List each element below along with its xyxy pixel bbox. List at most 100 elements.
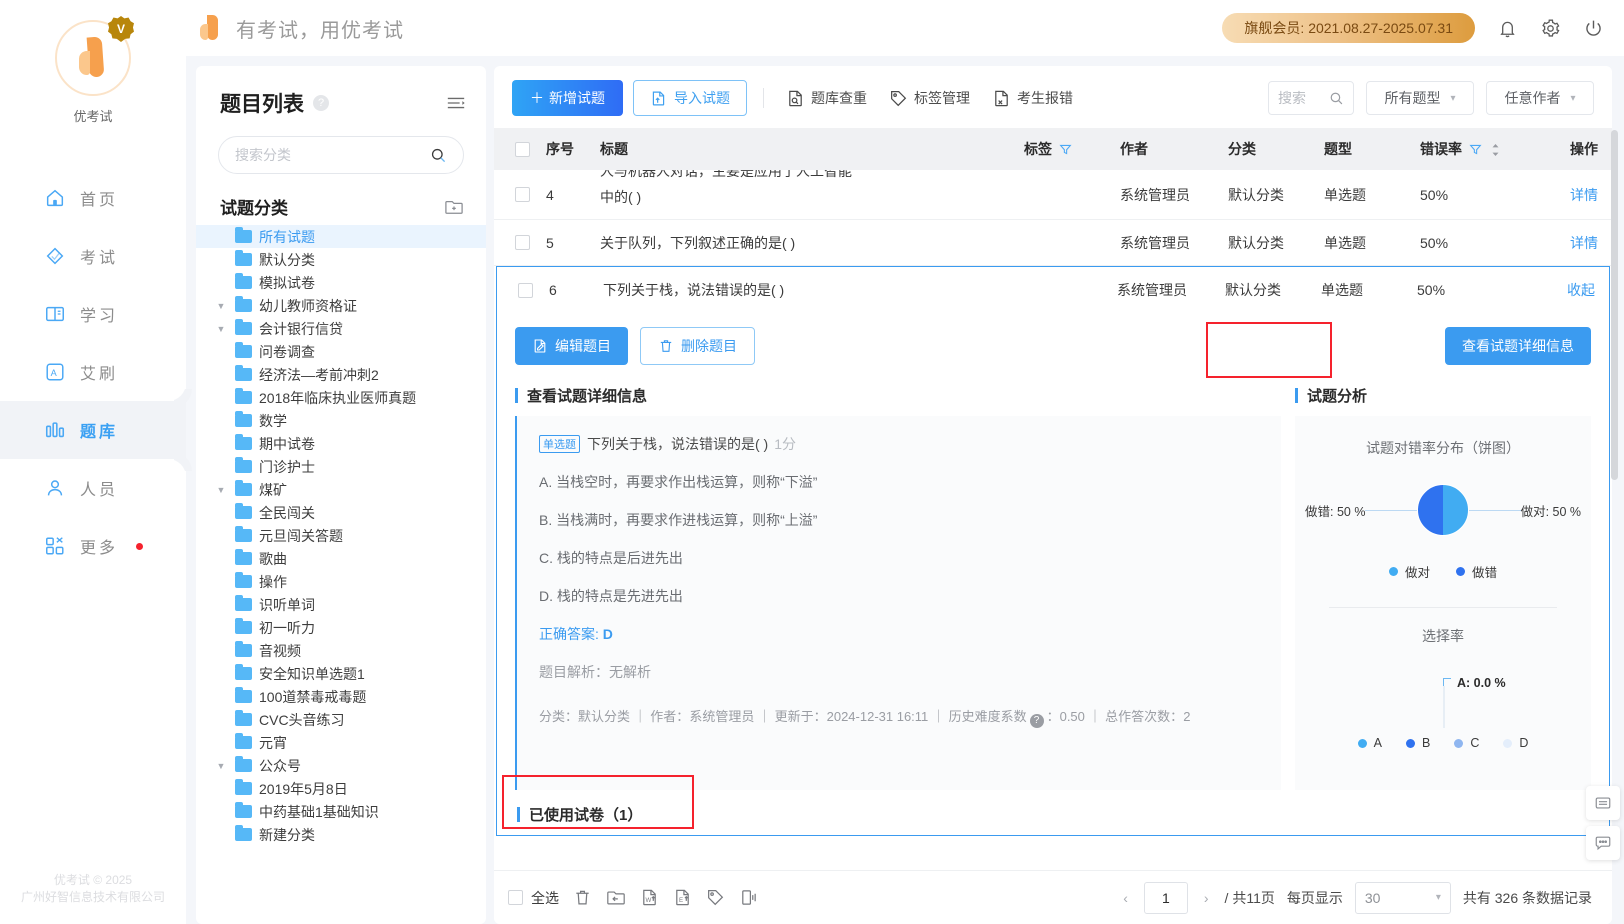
chat-widget-icon[interactable] bbox=[1586, 826, 1620, 860]
filter-icon[interactable] bbox=[1059, 141, 1072, 157]
category-search-box[interactable] bbox=[218, 136, 464, 174]
row-checkbox[interactable] bbox=[501, 282, 549, 298]
category-tree-item[interactable]: ▼经济法—考前冲刺2 bbox=[196, 363, 486, 386]
search-icon[interactable] bbox=[1329, 91, 1344, 106]
chevron-down-icon[interactable]: ▼ bbox=[214, 324, 228, 334]
chevron-down-icon[interactable]: ▼ bbox=[214, 301, 228, 311]
select-all-checkbox[interactable]: 全选 bbox=[508, 888, 559, 908]
current-page-input[interactable]: 1 bbox=[1143, 881, 1188, 914]
category-tree[interactable]: ▼所有试题▼默认分类▼模拟试卷▼幼儿教师资格证▼会计银行信贷▼问卷调查▼经济法—… bbox=[196, 225, 486, 924]
category-tree-item[interactable]: ▼操作 bbox=[196, 570, 486, 593]
legend-item[interactable]: 做错 bbox=[1456, 562, 1497, 581]
category-tree-item[interactable]: ▼模拟试卷 bbox=[196, 271, 486, 294]
row-checkbox[interactable] bbox=[498, 187, 546, 202]
search-category-input[interactable] bbox=[235, 147, 430, 163]
chevron-down-icon[interactable]: ▼ bbox=[214, 485, 228, 495]
print-icon[interactable] bbox=[739, 888, 758, 907]
category-tree-item[interactable]: ▼初一听力 bbox=[196, 616, 486, 639]
category-tree-item[interactable]: ▼默认分类 bbox=[196, 248, 486, 271]
category-tree-item[interactable]: ▼ 煤矿 bbox=[196, 478, 486, 501]
author-filter[interactable]: 任意作者 ▾ bbox=[1486, 81, 1594, 115]
row-detail-link[interactable]: 详情 bbox=[1570, 235, 1598, 251]
delete-icon[interactable] bbox=[573, 888, 592, 907]
category-tree-item[interactable]: ▼期中试卷 bbox=[196, 432, 486, 455]
category-tree-item[interactable]: ▼100道禁毒戒毒题 bbox=[196, 685, 486, 708]
category-tree-item[interactable]: ▼CVC头音练习 bbox=[196, 708, 486, 731]
sidebar-item-question-bank[interactable]: 题库 bbox=[0, 383, 186, 477]
category-tree-item[interactable]: ▼2018年临床执业医师真题 bbox=[196, 386, 486, 409]
table-row[interactable]: 5 关于队列，下列叙述正确的是( ) 系统管理员 默认分类 单选题 50% 详情 bbox=[494, 220, 1612, 266]
dedupe-button[interactable]: 题库查重 bbox=[780, 88, 873, 108]
table-row[interactable]: 6 下列关于栈，说法错误的是( ) 系统管理员 默认分类 单选题 50% 收起 bbox=[497, 267, 1609, 313]
category-tree-item[interactable]: ▼识听单词 bbox=[196, 593, 486, 616]
legend-item[interactable]: 做对 bbox=[1388, 562, 1430, 581]
per-page-select[interactable]: 30 ▾ bbox=[1354, 881, 1451, 914]
row-detail-link[interactable]: 详情 bbox=[1570, 187, 1598, 203]
search-question-box[interactable]: 搜索 bbox=[1268, 81, 1354, 115]
category-tree-item[interactable]: ▼门诊护士 bbox=[196, 455, 486, 478]
category-tree-item[interactable]: ▼元旦闯关答题 bbox=[196, 524, 486, 547]
chevron-down-icon[interactable]: ▼ bbox=[214, 761, 228, 771]
category-tree-item[interactable]: ▼音视频 bbox=[196, 639, 486, 662]
category-tree-item[interactable]: ▼ 公众号 bbox=[196, 754, 486, 777]
page-scrollbar[interactable] bbox=[1611, 130, 1618, 670]
header-error-rate[interactable]: 错误率 bbox=[1420, 139, 1524, 159]
add-folder-icon[interactable] bbox=[444, 198, 464, 216]
legend-item[interactable]: C bbox=[1454, 736, 1479, 750]
student-report-error-button[interactable]: 考生报错 bbox=[986, 88, 1079, 108]
category-tree-item[interactable]: ▼安全知识单选题1 bbox=[196, 662, 486, 685]
legend-item[interactable]: A bbox=[1357, 736, 1382, 750]
edit-question-button[interactable]: 编辑题目 bbox=[515, 327, 628, 365]
prev-page-button[interactable]: ‹ bbox=[1119, 890, 1132, 906]
category-tree-item[interactable]: ▼数学 bbox=[196, 409, 486, 432]
power-icon[interactable] bbox=[1583, 18, 1604, 39]
table-row[interactable]: 4 人与机器人对话，主要是应用了人工智能 中的( ) 系统管理员 默认分类 单选… bbox=[494, 170, 1612, 220]
select-all-header-checkbox[interactable] bbox=[498, 141, 546, 157]
category-tree-item[interactable]: ▼全民闯关 bbox=[196, 501, 486, 524]
sidebar-item-aibrush[interactable]: A 艾刷 bbox=[0, 343, 186, 401]
list-widget-icon[interactable] bbox=[1586, 786, 1620, 820]
help-icon[interactable]: ? bbox=[1029, 713, 1044, 728]
category-tree-item[interactable]: ▼所有试题 bbox=[196, 225, 486, 248]
legend-item[interactable]: D bbox=[1503, 736, 1528, 750]
gear-icon[interactable] bbox=[1540, 18, 1561, 39]
move-folder-icon[interactable] bbox=[606, 888, 626, 907]
export-word-icon[interactable]: W bbox=[640, 888, 659, 907]
sidebar-item-home[interactable]: 首页 bbox=[0, 169, 186, 227]
sidebar-item-study[interactable]: 学习 bbox=[0, 285, 186, 343]
tag-batch-icon[interactable] bbox=[706, 888, 725, 907]
legend-item[interactable]: B bbox=[1405, 736, 1430, 750]
add-question-label: 新增试题 bbox=[549, 90, 605, 106]
category-tree-item[interactable]: ▼问卷调查 bbox=[196, 340, 486, 363]
help-icon[interactable]: ? bbox=[313, 95, 329, 111]
view-question-detail-button[interactable]: 查看试题详细信息 bbox=[1445, 327, 1591, 365]
category-tree-item[interactable]: ▼2019年5月8日 bbox=[196, 777, 486, 800]
import-question-button[interactable]: 导入试题 bbox=[633, 80, 747, 116]
add-question-button[interactable]: ＋ 新增试题 bbox=[512, 80, 623, 116]
category-tree-item[interactable]: ▼中药基础1基础知识 bbox=[196, 800, 486, 823]
search-icon[interactable] bbox=[430, 147, 447, 164]
sort-icon[interactable] bbox=[1490, 144, 1501, 157]
row-collapse-link[interactable]: 收起 bbox=[1567, 282, 1595, 298]
export-excel-icon[interactable]: E bbox=[673, 888, 692, 907]
sidebar-item-exam[interactable]: 考试 bbox=[0, 227, 186, 285]
filter-icon[interactable] bbox=[1469, 141, 1486, 157]
category-tree-item[interactable]: ▼歌曲 bbox=[196, 547, 486, 570]
category-tree-item[interactable]: ▼ 会计银行信贷 bbox=[196, 317, 486, 340]
search-question-placeholder: 搜索 bbox=[1278, 90, 1306, 106]
collapse-panel-icon[interactable] bbox=[446, 95, 466, 111]
question-type-filter[interactable]: 所有题型 ▾ bbox=[1366, 81, 1474, 115]
category-tree-item[interactable]: ▼ 幼儿教师资格证 bbox=[196, 294, 486, 317]
vip-membership-badge[interactable]: 旗舰会员: 2021.08.27-2025.07.31 bbox=[1222, 13, 1475, 43]
bell-icon[interactable] bbox=[1497, 18, 1518, 39]
sidebar-item-more[interactable]: 更多 bbox=[0, 517, 186, 575]
next-page-button[interactable]: › bbox=[1200, 890, 1213, 906]
tag-manage-button[interactable]: 标签管理 bbox=[883, 88, 976, 108]
category-tree-item[interactable]: ▼新建分类 bbox=[196, 823, 486, 846]
delete-question-button[interactable]: 删除题目 bbox=[640, 327, 755, 365]
header-tag[interactable]: 标签 bbox=[1024, 139, 1120, 159]
checkbox-icon[interactable] bbox=[508, 890, 523, 905]
sidebar-item-members[interactable]: 人员 bbox=[0, 459, 186, 517]
row-checkbox[interactable] bbox=[498, 235, 546, 250]
category-tree-item[interactable]: ▼元宵 bbox=[196, 731, 486, 754]
